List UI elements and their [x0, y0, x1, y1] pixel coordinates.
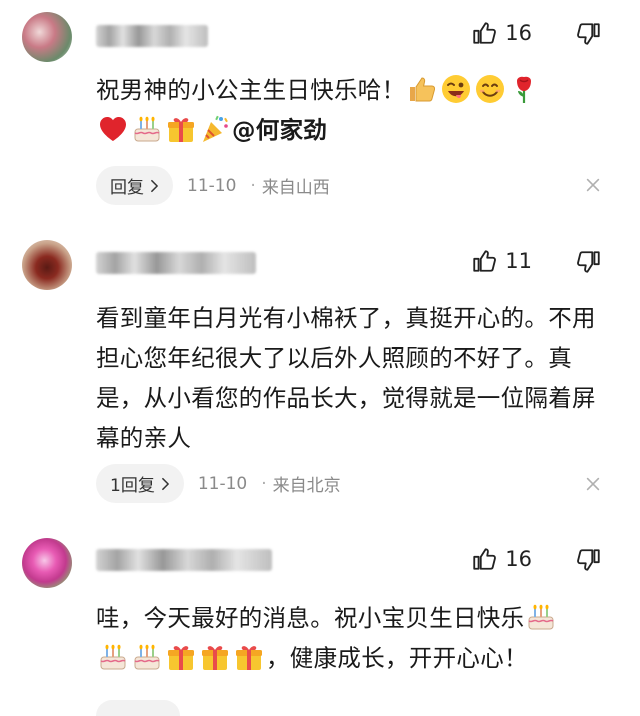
- thumbs-up-icon[interactable]: [471, 248, 497, 274]
- username-blurred[interactable]: [96, 252, 256, 274]
- gift-emoji-icon: [165, 641, 197, 673]
- like-control[interactable]: 16: [471, 546, 532, 572]
- thumbs-up-emoji-icon: [406, 73, 438, 105]
- thumbs-up-icon[interactable]: [471, 20, 497, 46]
- reply-label: 1回复: [110, 476, 155, 496]
- like-count: 11: [505, 249, 532, 273]
- gift-emoji-icon: [199, 641, 231, 673]
- comment-meta: 1回复 11-10 · 来自北京: [96, 464, 341, 503]
- gift-emoji-icon: [233, 641, 265, 673]
- smiling-emoji-icon: [474, 73, 506, 105]
- comment-date: 11-10: [187, 175, 237, 196]
- cake-emoji-icon: [131, 113, 163, 145]
- thumbs-down-icon[interactable]: [576, 21, 602, 47]
- comment-meta: 回复 11-10 · 来自山西: [96, 166, 330, 205]
- reply-button[interactable]: 1回复: [96, 464, 184, 503]
- rose-emoji-icon: [508, 73, 540, 105]
- thumbs-down-icon[interactable]: [576, 547, 602, 573]
- heart-emoji-icon: [97, 113, 129, 145]
- like-control[interactable]: 16: [471, 20, 532, 46]
- comment-text-line: ，健康成长，开开心心！: [266, 644, 528, 672]
- like-count: 16: [505, 21, 532, 45]
- separator-dot: ·: [261, 473, 267, 494]
- reply-button-partial[interactable]: [96, 700, 180, 716]
- avatar[interactable]: [22, 538, 72, 588]
- comment-text: 哇，今天最好的消息。祝小宝贝生日快乐 ，健康成长，开开心心！: [96, 598, 600, 678]
- comment-date: 11-10: [197, 473, 248, 494]
- party-popper-emoji-icon: [199, 113, 231, 145]
- avatar[interactable]: [22, 240, 72, 290]
- comment-location: 来自北京: [272, 476, 341, 496]
- comment-text-line: 祝男神的小公主生日快乐哈！: [96, 76, 406, 104]
- thumbs-up-icon[interactable]: [471, 546, 497, 572]
- winking-tongue-emoji-icon: [440, 73, 472, 105]
- cake-emoji-icon: [97, 641, 129, 673]
- chevron-right-icon: [150, 179, 159, 193]
- comment-text: 祝男神的小公主生日快乐哈！ @何家劲: [96, 70, 600, 150]
- comment-text-line: 哇，今天最好的消息。祝小宝贝生日快乐: [96, 604, 525, 632]
- comment-location: 来自山西: [261, 178, 330, 198]
- avatar[interactable]: [22, 12, 72, 62]
- username-blurred[interactable]: [96, 25, 208, 47]
- chevron-right-icon: [161, 477, 170, 491]
- reply-label: 回复: [110, 178, 144, 198]
- like-control[interactable]: 11: [471, 248, 532, 274]
- separator-dot: ·: [250, 175, 256, 196]
- username-blurred[interactable]: [96, 549, 272, 571]
- comment-text: 看到童年白月光有小棉袄了，真挺开心的。不用担心您年纪很大了以后外人照顾的不好了。…: [96, 304, 596, 452]
- cake-emoji-icon: [131, 641, 163, 673]
- reply-button[interactable]: 回复: [96, 166, 173, 205]
- cake-emoji-icon: [525, 601, 557, 633]
- mention-link[interactable]: @何家劲: [232, 116, 327, 144]
- close-icon[interactable]: [584, 475, 602, 493]
- like-count: 16: [505, 547, 532, 571]
- thumbs-down-icon[interactable]: [576, 249, 602, 275]
- close-icon[interactable]: [584, 176, 602, 194]
- gift-emoji-icon: [165, 113, 197, 145]
